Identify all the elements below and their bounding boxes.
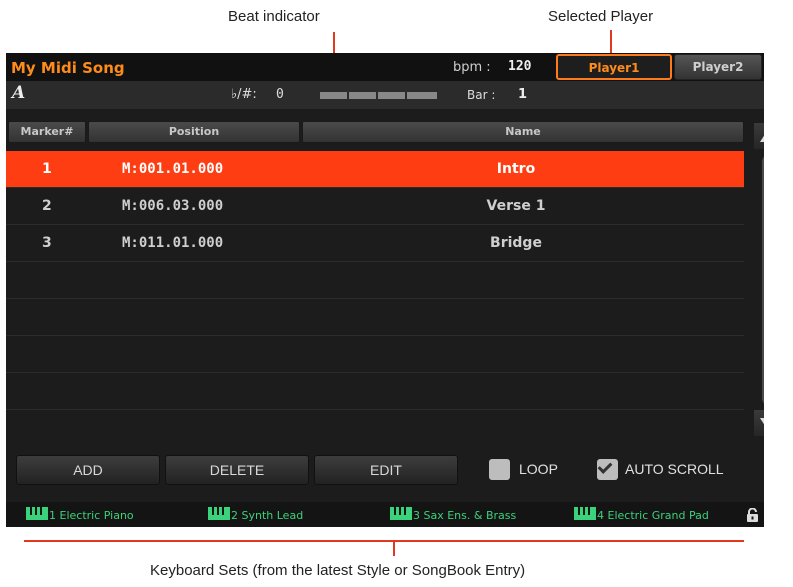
beat-segment: [378, 92, 405, 99]
transpose-label: ♭/#:: [231, 87, 257, 102]
info-bar: A ♭/#: 0 Bar : 1: [6, 81, 764, 109]
keyboard-set-2[interactable]: 2 Synth Lead: [208, 507, 303, 522]
title-bar: My Midi Song bpm : 120 Player1 Player2: [6, 53, 764, 81]
marker-position: M:011.01.000: [122, 235, 224, 251]
keyboard-set-3[interactable]: 3 Sax Ens. & Brass: [390, 507, 516, 522]
table-row[interactable]: 1 M:001.01.000 Intro: [6, 151, 744, 188]
callout-keyboard-sets: Keyboard Sets (from the latest Style or …: [150, 562, 526, 579]
marker-name: Intro: [496, 161, 536, 177]
player2-tab[interactable]: Player2: [674, 54, 762, 80]
bar-value: 1: [518, 87, 528, 102]
keyboard-icon: [390, 507, 412, 520]
auto-scroll-label: AUTO SCROLL: [625, 461, 724, 477]
loop-checkbox[interactable]: [489, 459, 510, 480]
scroll-down-button[interactable]: [754, 410, 764, 436]
keyboard-set-name: Electric Grand Pad: [607, 509, 709, 522]
keyboard-set-name: Electric Piano: [59, 509, 134, 522]
marker-number: 1: [42, 161, 52, 177]
column-header-position[interactable]: Position: [88, 121, 300, 143]
callout-keyboard-sets-tick: [393, 542, 395, 556]
callout-beat-indicator: Beat indicator: [228, 8, 320, 25]
table-row[interactable]: 3 M:011.01.000 Bridge: [6, 225, 744, 262]
arrow-down-icon: [760, 418, 764, 429]
table-row[interactable]: [6, 299, 744, 336]
column-header-marker[interactable]: Marker#: [8, 121, 86, 143]
marker-table-header: Marker# Position Name: [6, 121, 750, 143]
table-row[interactable]: [6, 262, 744, 299]
add-button[interactable]: ADD: [16, 455, 160, 485]
checkmark-icon: [597, 459, 613, 474]
marker-position: M:001.01.000: [122, 161, 224, 177]
table-row[interactable]: [6, 373, 744, 410]
marker-name: Verse 1: [486, 198, 546, 214]
scroll-up-button[interactable]: [754, 123, 764, 149]
keyboard-icon: [26, 507, 48, 520]
loop-label: LOOP: [519, 461, 558, 477]
keyboard-icon: [208, 507, 230, 520]
lock-icon[interactable]: [746, 508, 759, 522]
scrollbar-track[interactable]: [762, 153, 764, 407]
callout-keyboard-sets-line: [24, 540, 744, 542]
table-row[interactable]: [6, 410, 744, 447]
table-row[interactable]: [6, 336, 744, 373]
beat-segment: [320, 92, 347, 99]
player1-tab[interactable]: Player1: [556, 54, 672, 80]
beat-segment: [407, 92, 437, 99]
marker-name: Bridge: [490, 235, 542, 251]
arrow-up-icon: [760, 131, 764, 142]
table-row[interactable]: 2 M:006.03.000 Verse 1: [6, 188, 744, 225]
keyboard-icon: [574, 507, 596, 520]
keyboard-sets-bar: 1 Electric Piano 2 Synth Lead 3 Sax Ens.…: [6, 502, 764, 527]
keyboard-set-1[interactable]: 1 Electric Piano: [26, 507, 134, 522]
delete-button[interactable]: DELETE: [165, 455, 309, 485]
song-title[interactable]: My Midi Song: [11, 59, 125, 77]
keyboard-set-name: Sax Ens. & Brass: [423, 509, 517, 522]
midi-player-screen: My Midi Song bpm : 120 Player1 Player2 A…: [6, 53, 764, 527]
bar-label: Bar :: [467, 88, 496, 102]
bpm-value[interactable]: 120: [508, 59, 531, 74]
callout-selected-player: Selected Player: [548, 8, 654, 25]
column-header-name[interactable]: Name: [302, 121, 744, 143]
keyboard-set-name: Synth Lead: [241, 509, 304, 522]
beat-segment: [349, 92, 376, 99]
auto-scroll-checkbox[interactable]: [597, 459, 618, 480]
marker-number: 3: [42, 235, 52, 251]
keyboard-set-4[interactable]: 4 Electric Grand Pad: [574, 507, 709, 522]
edit-button[interactable]: EDIT: [314, 455, 458, 485]
marker-number: 2: [42, 198, 52, 214]
bpm-label: bpm :: [453, 60, 491, 75]
transpose-value: 0: [276, 87, 284, 102]
chord-display: A: [12, 83, 26, 103]
marker-position: M:006.03.000: [122, 198, 224, 214]
